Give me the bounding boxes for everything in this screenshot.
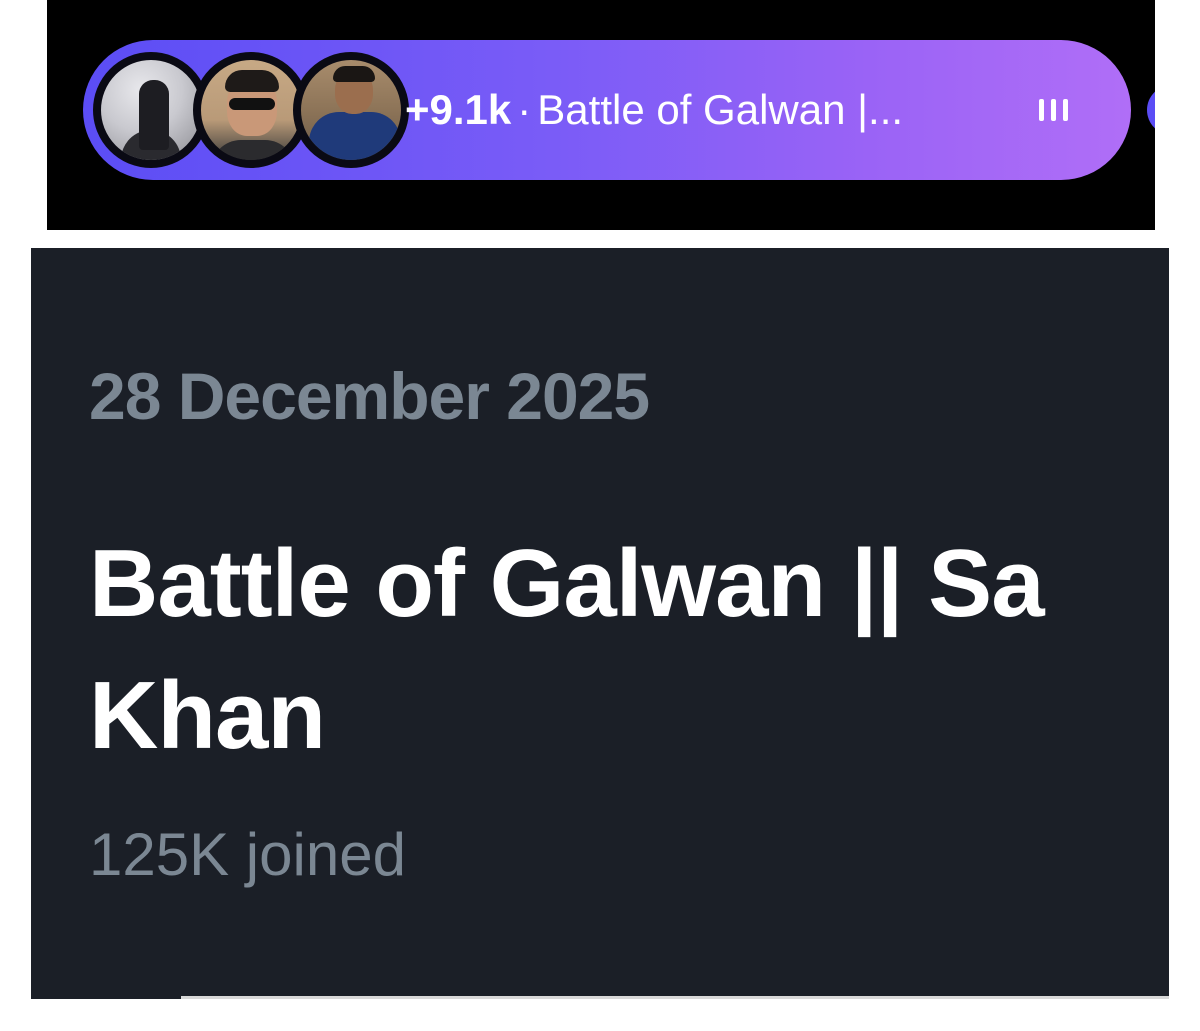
listener-count: +9.1k xyxy=(405,86,512,133)
pill-label: +9.1k · Battle of Galwan |... xyxy=(405,78,903,142)
avatar xyxy=(293,52,409,168)
space-date: 28 December 2025 xyxy=(89,359,650,433)
space-title: Battle of Galwan |... xyxy=(537,86,904,133)
next-pill-edge xyxy=(1147,85,1155,135)
title-line: Khan xyxy=(89,662,326,769)
space-details-card: 28 December 2025 Battle of Galwan || Sa … xyxy=(31,248,1169,999)
live-space-pill[interactable]: +9.1k · Battle of Galwan |... xyxy=(83,40,1131,180)
avatar xyxy=(93,52,209,168)
space-title: Battle of Galwan || Sa Khan xyxy=(89,518,1169,782)
live-space-banner: +9.1k · Battle of Galwan |... xyxy=(47,0,1155,230)
separator: · xyxy=(517,86,532,133)
divider xyxy=(181,996,1169,999)
listener-avatars xyxy=(93,52,409,168)
joined-count: 125K joined xyxy=(89,821,406,888)
title-line: Battle of Galwan || Sa xyxy=(89,530,1045,637)
audio-bars-icon xyxy=(1039,99,1071,121)
avatar xyxy=(193,52,309,168)
screenshot-collage: +9.1k · Battle of Galwan |... 28 December … xyxy=(0,0,1200,1031)
